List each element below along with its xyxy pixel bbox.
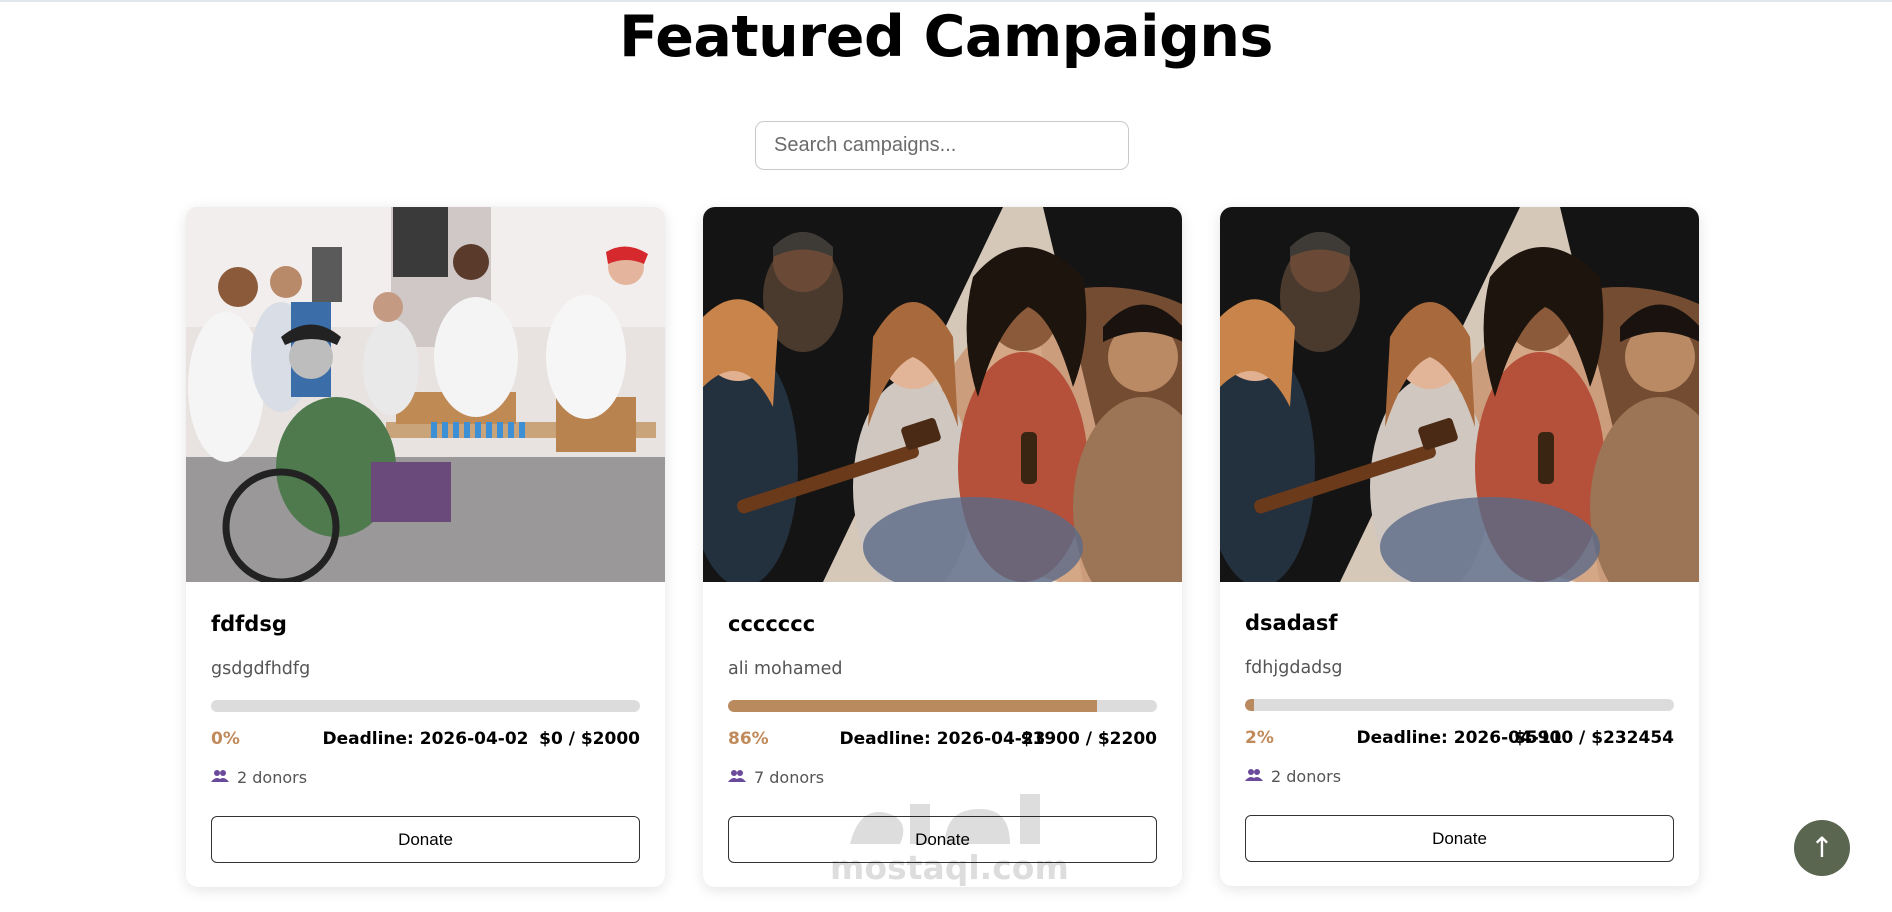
progress-fill bbox=[1245, 699, 1254, 711]
campaign-stats: 86% Deadline: 2026-04-23 $1900 / $2200 bbox=[728, 729, 1157, 753]
top-border bbox=[0, 0, 1892, 2]
progress-bar bbox=[1245, 699, 1674, 711]
donate-button[interactable]: Donate bbox=[728, 816, 1157, 863]
amount-raised: $1900 / $2200 bbox=[1020, 729, 1157, 749]
campaign-card: fdfdsg gsdgdfhdfg 0% Deadline: 2026-04-0… bbox=[186, 207, 665, 887]
users-icon bbox=[1245, 767, 1263, 786]
scroll-to-top-button[interactable]: ↑ bbox=[1794, 820, 1850, 876]
campaign-title: ccccccc bbox=[728, 612, 816, 636]
amount-raised: $5900 / $232454 bbox=[1514, 728, 1674, 748]
campaign-title: dsadasf bbox=[1245, 611, 1338, 635]
donate-button[interactable]: Donate bbox=[211, 816, 640, 863]
campaign-description: ali mohamed bbox=[728, 659, 843, 679]
donor-count-label: 2 donors bbox=[237, 768, 308, 787]
donor-count-label: 2 donors bbox=[1271, 767, 1342, 786]
campaign-card: ccccccc ali mohamed 86% Deadline: 2026-0… bbox=[703, 207, 1182, 887]
donor-count: 2 donors bbox=[1245, 767, 1341, 786]
campaign-title: fdfdsg bbox=[211, 612, 287, 636]
campaign-stats: 2% Deadline: 2026-04-11 $5900 / $232454 bbox=[1245, 728, 1674, 752]
donor-count-label: 7 donors bbox=[754, 768, 825, 787]
users-icon bbox=[728, 768, 746, 787]
progress-bar bbox=[211, 700, 640, 712]
campaign-image bbox=[186, 207, 665, 582]
arrow-up-icon: ↑ bbox=[1810, 831, 1834, 864]
progress-fill bbox=[728, 700, 1097, 712]
donate-button[interactable]: Donate bbox=[1245, 815, 1674, 862]
campaign-image bbox=[703, 207, 1182, 582]
campaign-card: dsadasf fdhjgdadsg 2% Deadline: 2026-04-… bbox=[1220, 207, 1699, 886]
campaign-description: fdhjgdadsg bbox=[1245, 658, 1343, 678]
campaign-description: gsdgdfhdfg bbox=[211, 659, 311, 679]
donor-count: 7 donors bbox=[728, 768, 824, 787]
campaign-image bbox=[1220, 207, 1699, 582]
donor-count: 2 donors bbox=[211, 768, 307, 787]
amount-raised: $0 / $2000 bbox=[539, 729, 640, 749]
users-icon bbox=[211, 768, 229, 787]
progress-bar bbox=[728, 700, 1157, 712]
page-title: Featured Campaigns bbox=[619, 4, 1273, 70]
search-input[interactable] bbox=[755, 121, 1129, 170]
campaign-stats: 0% Deadline: 2026-04-02 $0 / $2000 bbox=[211, 729, 640, 753]
